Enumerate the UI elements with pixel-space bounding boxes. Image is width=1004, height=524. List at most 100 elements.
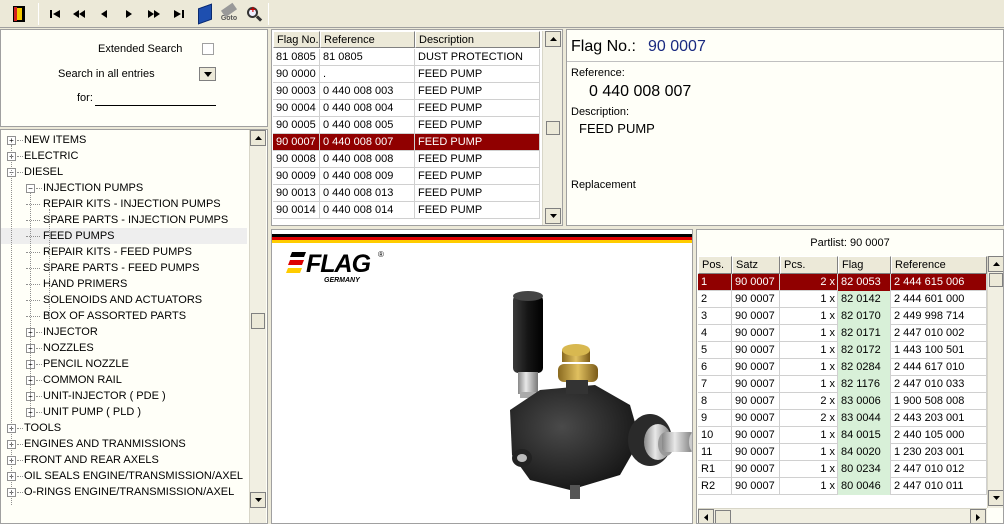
tree-item[interactable]: + TOOLS xyxy=(1,420,247,436)
arrow-down-icon xyxy=(992,496,1000,500)
table-row[interactable]: 1 90 0007 2 x 82 0053 2 444 615 006 xyxy=(698,274,987,291)
items-scroll-up[interactable] xyxy=(545,31,561,47)
table-row[interactable]: 90 0008 0 440 008 008 FEED PUMP xyxy=(273,151,540,168)
items-scroll-thumb[interactable] xyxy=(546,121,560,135)
tree-item[interactable]: + FRONT AND REAR AXELS xyxy=(1,452,247,468)
previous-record-button[interactable] xyxy=(93,3,115,25)
partlist-scroll-down[interactable] xyxy=(988,490,1003,506)
tree-item[interactable]: + OIL SEALS ENGINE/TRANSMISSION/AXEL xyxy=(1,468,247,484)
tree-item[interactable]: HAND PRIMERS xyxy=(1,276,247,292)
last-icon xyxy=(174,10,184,18)
table-row[interactable]: 90 0007 0 440 008 007 FEED PUMP xyxy=(273,134,540,151)
table-row[interactable]: 10 90 0007 1 x 84 0015 2 440 105 000 xyxy=(698,427,987,444)
items-table-scrollbar[interactable] xyxy=(542,31,562,225)
goto-button[interactable]: Goto xyxy=(218,2,240,25)
table-row[interactable]: 8 90 0007 2 x 83 0006 1 900 508 008 xyxy=(698,393,987,410)
search-input[interactable] xyxy=(95,92,215,105)
tree-item[interactable]: + UNIT PUMP ( PLD ) xyxy=(1,404,247,420)
tree-connector xyxy=(17,156,23,157)
table-row[interactable]: 90 0004 0 440 008 004 FEED PUMP xyxy=(273,100,540,117)
tree-connector xyxy=(49,209,50,321)
tree-item[interactable]: SPARE PARTS - FEED PUMPS xyxy=(1,260,247,276)
next-record-button[interactable] xyxy=(118,3,140,25)
first-record-button[interactable] xyxy=(44,3,66,25)
partlist-scroll-left[interactable] xyxy=(698,509,714,523)
tree-connector xyxy=(17,140,23,141)
expand-icon[interactable]: + xyxy=(7,136,16,145)
goto-label: Goto xyxy=(220,15,238,22)
partlist-scroll-thumb[interactable] xyxy=(989,273,1003,287)
column-header-pos[interactable]: Pos. xyxy=(698,256,732,274)
tree-item[interactable]: REPAIR KITS - INJECTION PUMPS xyxy=(1,196,247,212)
next-page-button[interactable] xyxy=(143,3,165,25)
tree-item[interactable]: BOX OF ASSORTED PARTS xyxy=(1,308,247,324)
column-header-satz[interactable]: Satz xyxy=(732,256,780,274)
tree-item[interactable]: + ENGINES AND TRANMISSIONS xyxy=(1,436,247,452)
last-record-button[interactable] xyxy=(168,3,190,25)
table-row[interactable]: R2 90 0007 1 x 80 0046 2 447 010 011 xyxy=(698,478,987,495)
tree-item[interactable]: SOLENOIDS AND ACTUATORS xyxy=(1,292,247,308)
tree-item[interactable]: FEED PUMPS xyxy=(1,228,247,244)
table-row[interactable]: 90 0003 0 440 008 003 FEED PUMP xyxy=(273,83,540,100)
previous-page-button[interactable] xyxy=(68,3,90,25)
tree-scroll-thumb[interactable] xyxy=(251,313,265,329)
table-row[interactable]: 81 0805 81 0805 DUST PROTECTION xyxy=(273,49,540,66)
table-row[interactable]: 90 0009 0 440 008 009 FEED PUMP xyxy=(273,168,540,185)
table-row[interactable]: R1 90 0007 1 x 80 0234 2 447 010 012 xyxy=(698,461,987,478)
tree-item[interactable]: + ELECTRIC xyxy=(1,148,247,164)
table-row[interactable]: 90 0013 0 440 008 013 FEED PUMP xyxy=(273,185,540,202)
table-row[interactable]: 11 90 0007 1 x 84 0020 1 230 203 001 xyxy=(698,444,987,461)
reference-cell: 2 440 105 000 xyxy=(891,427,987,444)
column-header-reference[interactable]: Reference xyxy=(891,256,987,274)
items-scroll-down[interactable] xyxy=(545,208,561,224)
table-row[interactable]: 7 90 0007 1 x 82 1176 2 447 010 033 xyxy=(698,376,987,393)
table-row[interactable]: 6 90 0007 1 x 82 0284 2 444 617 010 xyxy=(698,359,987,376)
partlist-hscrollbar[interactable] xyxy=(698,508,987,523)
table-row[interactable]: 2 90 0007 1 x 82 0142 2 444 601 000 xyxy=(698,291,987,308)
reference-cell: 1 443 100 501 xyxy=(891,342,987,359)
tree-scrollbar[interactable] xyxy=(249,130,266,523)
flag-no-cell: 90 0007 xyxy=(273,134,320,151)
zoom-button[interactable] xyxy=(243,3,265,25)
column-header-reference[interactable]: Reference xyxy=(320,31,415,48)
partlist-scroll-up[interactable] xyxy=(988,256,1003,272)
tree-item[interactable]: + PENCIL NOZZLE xyxy=(1,356,247,372)
items-table: Flag No. Reference Description 81 0805 81… xyxy=(271,29,563,226)
tree-item[interactable]: + INJECTOR xyxy=(1,324,247,340)
tree-item[interactable]: + NEW ITEMS xyxy=(1,132,247,148)
partlist-scrollbar[interactable] xyxy=(987,256,1003,508)
tree-item[interactable]: + O-RINGS ENGINE/TRANSMISSION/AXEL xyxy=(1,484,247,500)
description-cell: FEED PUMP xyxy=(415,202,540,219)
tree-item[interactable]: + NOZZLES xyxy=(1,340,247,356)
bookmark-button[interactable] xyxy=(194,3,216,25)
partlist-scroll-right[interactable] xyxy=(970,509,986,523)
tree-item[interactable]: + UNIT-INJECTOR ( PDE ) xyxy=(1,388,247,404)
table-row[interactable]: 90 0014 0 440 008 014 FEED PUMP xyxy=(273,202,540,219)
tree-item[interactable]: − DIESEL xyxy=(1,164,247,180)
tree-item[interactable]: REPAIR KITS - FEED PUMPS xyxy=(1,244,247,260)
satz-cell: 90 0007 xyxy=(732,308,780,325)
column-header-flag-no[interactable]: Flag No. xyxy=(273,31,320,48)
column-header-pcs[interactable]: Pcs. xyxy=(780,256,838,274)
partlist-hscroll-thumb[interactable] xyxy=(715,510,731,523)
tree-item[interactable]: − INJECTION PUMPS xyxy=(1,180,247,196)
column-header-flag[interactable]: Flag xyxy=(838,256,891,274)
table-row[interactable]: 5 90 0007 1 x 82 0172 1 443 100 501 xyxy=(698,342,987,359)
tree-scroll-down[interactable] xyxy=(250,492,266,508)
tree-item[interactable]: + COMMON RAIL xyxy=(1,372,247,388)
extended-search-checkbox[interactable] xyxy=(202,43,214,55)
collapse-icon[interactable]: − xyxy=(26,184,35,193)
table-row[interactable]: 90 0000. FEED PUMP xyxy=(273,66,540,83)
search-scope-dropdown[interactable] xyxy=(199,67,216,81)
satz-cell: 90 0007 xyxy=(732,274,780,291)
tree-scroll-up[interactable] xyxy=(250,130,266,146)
table-row[interactable]: 4 90 0007 1 x 82 0171 2 447 010 002 xyxy=(698,325,987,342)
tree-item[interactable]: SPARE PARTS - INJECTION PUMPS xyxy=(1,212,247,228)
flag-no-cell: 90 0005 xyxy=(273,117,320,134)
table-row[interactable]: 90 0005 0 440 008 005 FEED PUMP xyxy=(273,117,540,134)
table-row[interactable]: 9 90 0007 2 x 83 0044 2 443 203 001 xyxy=(698,410,987,427)
column-header-description[interactable]: Description xyxy=(415,31,540,48)
table-row[interactable]: 3 90 0007 1 x 82 0170 2 449 998 714 xyxy=(698,308,987,325)
exit-button[interactable] xyxy=(8,3,30,25)
description-cell: FEED PUMP xyxy=(415,100,540,117)
